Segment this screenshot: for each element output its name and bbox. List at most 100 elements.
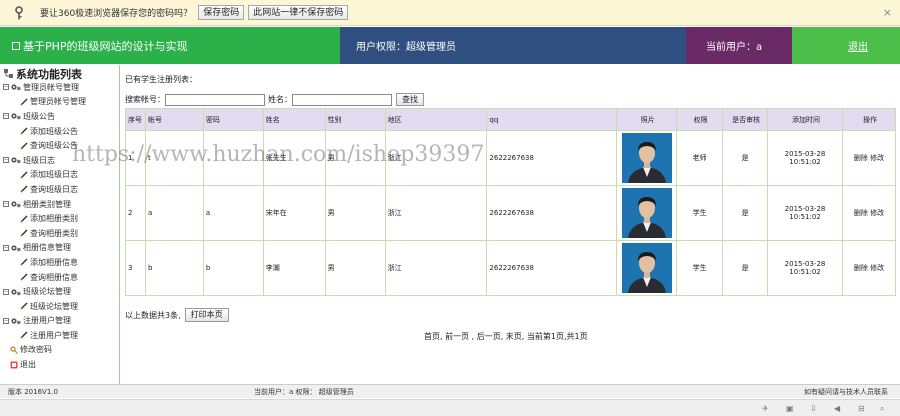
edit-link[interactable]: 修改 bbox=[870, 209, 884, 217]
sidebar-item[interactable]: − 相册类别管理 bbox=[0, 197, 119, 212]
pencil-icon bbox=[20, 273, 28, 281]
name-label: 姓名： bbox=[268, 95, 292, 104]
sidebar-item-label: 添加班级日志 bbox=[30, 170, 78, 180]
zoom-icon[interactable]: ⊟ bbox=[858, 404, 865, 413]
site-title-text: 基于PHP的班级网站的设计与实现 bbox=[23, 39, 188, 53]
gear-icon bbox=[11, 201, 21, 208]
version-text: 版本 2016V1.0 bbox=[8, 387, 58, 396]
student-photo bbox=[621, 133, 672, 183]
main-content: 已有学生注册列表： 搜索 帐号： 姓名： 查找 序号 帐号 密码 姓名 性别 地区 qq 照片… bbox=[122, 65, 900, 384]
sidebar-item-label: 添加班级公告 bbox=[30, 126, 78, 136]
contact-text: 如有疑问请与技术人员联系 bbox=[804, 387, 888, 396]
sidebar-item-label: 查询班级公告 bbox=[30, 141, 78, 151]
pencil-icon bbox=[20, 258, 28, 266]
sidebar-item[interactable]: 查询班级公告 bbox=[0, 138, 119, 153]
pin-icon[interactable]: ✈ bbox=[762, 404, 769, 413]
edit-link[interactable]: 修改 bbox=[870, 264, 884, 272]
sidebar-item-label: 添加相册信息 bbox=[30, 257, 78, 267]
sidebar-item[interactable]: 管理员帐号管理 bbox=[0, 95, 119, 110]
collapse-toggle-icon[interactable]: − bbox=[3, 201, 9, 208]
sidebar-item[interactable]: 注册用户管理 bbox=[0, 328, 119, 343]
gender-cell: 男 bbox=[324, 185, 386, 241]
account-search-input[interactable] bbox=[165, 93, 265, 106]
sidebar-item-label: 相册类别管理 bbox=[23, 199, 71, 209]
status-bar: 版本 2016V1.0 当前用户：a 权限： 超级管理员 如有疑问请与技术人员联… bbox=[0, 384, 900, 398]
password-cell bbox=[202, 130, 264, 186]
title-square-icon bbox=[12, 41, 20, 50]
sidebar-item[interactable]: 添加班级日志 bbox=[0, 168, 119, 183]
collapse-toggle-icon[interactable]: − bbox=[3, 244, 9, 251]
collapse-toggle-icon[interactable]: − bbox=[3, 84, 9, 91]
collapse-toggle-icon[interactable]: − bbox=[3, 113, 9, 120]
delete-link[interactable]: 删除 bbox=[854, 154, 868, 162]
search-button[interactable]: 查找 bbox=[396, 93, 424, 106]
row-number: 2 bbox=[125, 185, 146, 241]
password-cell: b bbox=[202, 240, 264, 296]
qq-cell: 2622267638 bbox=[486, 130, 618, 186]
edit-link[interactable]: 修改 bbox=[870, 154, 884, 162]
sidebar-item[interactable]: 查询相册信息 bbox=[0, 270, 119, 285]
row-number: 3 bbox=[125, 240, 146, 296]
added-time-cell: 2015-03-28 10:51:02 bbox=[767, 185, 843, 241]
sidebar-menu: − 管理员帐号管理 管理员帐号管理 − 班级公告 添加班级公告 查询班级公告 − 班级日志 添加班… bbox=[0, 80, 119, 372]
sidebar-item[interactable]: − 班级公告 bbox=[0, 109, 119, 124]
sidebar-item[interactable]: − 相册信息管理 bbox=[0, 241, 119, 256]
sidebar-item[interactable]: − 管理员帐号管理 bbox=[0, 80, 119, 95]
role-cell: 老师 bbox=[676, 130, 724, 186]
key-icon bbox=[15, 5, 23, 19]
column-header: 地区 bbox=[384, 108, 488, 131]
download-icon[interactable]: ⇩ bbox=[810, 404, 817, 413]
sidebar-item[interactable]: − 班级日志 bbox=[0, 153, 119, 168]
gear-icon bbox=[11, 84, 21, 91]
pagination[interactable]: 首页, 前一页 , 后一页, 末页, 当前第1页,共1页 bbox=[424, 331, 588, 342]
student-table: 序号 帐号 密码 姓名 性别 地区 qq 照片 权限 是否审核 添加时间 操作 1 t 张先生男浙江 262… bbox=[125, 108, 897, 296]
sidebar-item[interactable]: 班级论坛管理 bbox=[0, 299, 119, 314]
collapse-toggle-icon[interactable]: − bbox=[3, 317, 9, 324]
print-button[interactable]: 打印本页 bbox=[184, 308, 229, 322]
column-header: 序号 bbox=[125, 108, 146, 131]
sidebar-item-label: 注册用户管理 bbox=[23, 316, 71, 326]
name-cell: 宋年在 bbox=[262, 185, 326, 241]
close-icon[interactable]: × bbox=[883, 6, 892, 19]
collapse-toggle-icon[interactable]: − bbox=[3, 288, 9, 295]
sidebar-item[interactable]: − 注册用户管理 bbox=[0, 314, 119, 329]
column-header: qq bbox=[486, 108, 618, 131]
column-header: 操作 bbox=[841, 108, 897, 131]
gear-icon bbox=[11, 245, 21, 252]
collapse-toggle-icon[interactable]: − bbox=[3, 157, 9, 164]
sidebar-item-label: 班级论坛管理 bbox=[23, 287, 71, 297]
pencil-icon bbox=[20, 171, 28, 179]
never-save-password-button[interactable]: 此网站一律不保存密码 bbox=[248, 5, 349, 20]
sidebar-item[interactable]: 添加相册类别 bbox=[0, 211, 119, 226]
sidebar-item[interactable]: − 班级论坛管理 bbox=[0, 284, 119, 299]
delete-link[interactable]: 删除 bbox=[854, 264, 868, 272]
role-cell: 学生 bbox=[676, 240, 724, 296]
name-cell: 张先生 bbox=[262, 130, 326, 186]
sidebar-item[interactable]: 添加班级公告 bbox=[0, 124, 119, 139]
sidebar-item-label: 相册信息管理 bbox=[23, 243, 71, 253]
region-cell: 浙江 bbox=[384, 185, 488, 241]
actions-cell: 删除 修改 bbox=[841, 130, 897, 186]
screenshot-icon[interactable]: ▣ bbox=[786, 404, 794, 413]
site-title: 基于PHP的班级网站的设计与实现 bbox=[0, 27, 340, 64]
column-header: 帐号 bbox=[144, 108, 204, 131]
sound-icon[interactable]: ◀ bbox=[834, 404, 840, 413]
gear-icon bbox=[11, 289, 21, 295]
password-save-question: 要让360极速浏览器保存您的密码吗？ bbox=[40, 9, 193, 19]
logout-link[interactable]: 退出 bbox=[792, 27, 900, 64]
sidebar-item[interactable]: 查询班级日志 bbox=[0, 182, 119, 197]
photo-cell bbox=[616, 240, 678, 296]
menu-tree-icon bbox=[4, 68, 13, 78]
delete-link[interactable]: 删除 bbox=[854, 209, 868, 217]
name-search-input[interactable] bbox=[292, 93, 392, 106]
sidebar-item[interactable]: 添加相册信息 bbox=[0, 255, 119, 270]
table-header-row: 序号 帐号 密码 姓名 性别 地区 qq 照片 权限 是否审核 添加时间 操作 bbox=[125, 108, 897, 131]
sidebar-item[interactable]: 退出 bbox=[0, 357, 119, 372]
sidebar-item[interactable]: 修改密码 bbox=[0, 343, 119, 358]
sidebar-item-label: 管理员帐号管理 bbox=[23, 82, 79, 92]
search-icon[interactable]: ⌕ bbox=[880, 404, 884, 414]
save-password-button[interactable]: 保存密码 bbox=[198, 5, 245, 20]
sidebar-item[interactable]: 查询相册类别 bbox=[0, 226, 119, 241]
photo-cell bbox=[616, 185, 678, 241]
gear-icon bbox=[11, 113, 21, 120]
